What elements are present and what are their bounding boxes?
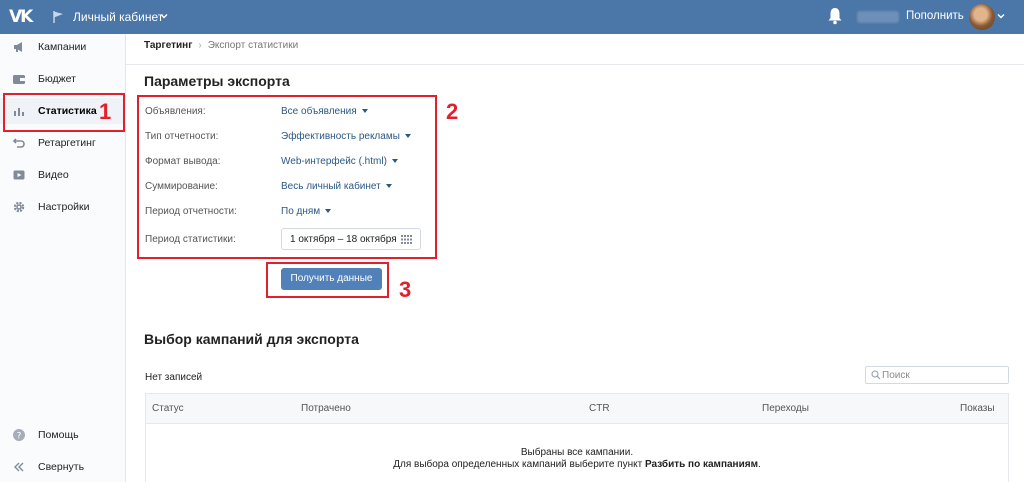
column-header-spent[interactable]: Потрачено [301,403,351,414]
top-bar: VK Личный кабинет Пополнить [0,0,1024,34]
chevron-down-icon[interactable] [160,12,168,20]
sidebar-item-collapse[interactable]: Свернуть [0,454,126,480]
annotation-marker-3: 3 [399,277,412,302]
sidebar-item-label: Видео [38,169,69,181]
megaphone-icon [14,42,22,52]
annotation-marker-1: 1 [99,99,112,124]
sidebar-item-settings[interactable]: Настройки [0,194,126,220]
flag-icon [53,11,63,23]
cabinet-selector[interactable]: Личный кабинет [73,10,163,24]
highlight-box-params [137,95,437,259]
campaigns-title: Выбор кампаний для экспорта [144,331,359,347]
sidebar-item-label: Кампании [38,41,87,53]
sidebar-item-video[interactable]: Видео [0,162,126,188]
table-header: Статус Потрачено CTR Переходы Показы [146,394,1008,424]
help-icon: ? [13,429,25,442]
sidebar-item-campaigns[interactable]: Кампании [0,34,126,60]
column-header-clicks[interactable]: Переходы [762,403,809,414]
sidebar-item-label: Помощь [38,429,79,441]
retarget-icon [12,138,25,148]
balance-hidden [857,11,899,23]
wallet-icon [13,75,25,84]
export-params-title: Параметры экспорта [144,73,290,89]
sidebar-item-label: Настройки [38,201,90,213]
search-box[interactable] [865,366,1009,384]
sidebar-item-label: Свернуть [38,461,85,473]
search-icon [871,370,881,380]
gear-icon [13,201,25,213]
bell-icon[interactable] [827,7,843,25]
column-header-ctr[interactable]: CTR [589,403,610,414]
breadcrumb-root[interactable]: Таргетинг [144,40,192,51]
avatar[interactable] [969,4,995,30]
campaigns-table: Статус Потрачено CTR Переходы Показы Выб… [145,393,1009,482]
svg-text:?: ? [17,432,22,442]
column-header-impressions[interactable]: Показы [960,403,995,414]
column-header-status[interactable]: Статус [152,403,184,414]
refill-link[interactable]: Пополнить [906,10,964,22]
divider [126,64,1024,65]
sidebar-item-budget[interactable]: Бюджет [0,66,126,92]
sidebar-item-label: Ретаргетинг [38,137,96,149]
breadcrumb-current: Экспорт статистики [207,40,299,51]
sidebar-item-help[interactable]: ? Помощь [0,422,126,448]
breadcrumb-separator: › [198,40,202,51]
sidebar-item-label: Бюджет [38,73,76,85]
annotation-marker-2: 2 [446,99,459,124]
empty-message-line1: Выбраны все кампании. [520,447,634,458]
collapse-icon [14,462,24,472]
no-records-text: Нет записей [145,372,203,383]
sidebar-item-retargeting[interactable]: Ретаргетинг [0,130,126,156]
chevron-down-icon[interactable] [997,12,1005,20]
highlight-box-button [266,262,389,298]
breadcrumb: Таргетинг › Экспорт статистики [144,40,298,51]
vk-logo[interactable]: VK [9,7,33,27]
empty-message-line2: Для выбора определенных кампаний выберит… [393,459,761,470]
split-by-campaigns-link[interactable]: Разбить по кампаниям [645,459,758,470]
search-input[interactable] [882,368,1002,382]
video-icon [13,170,25,180]
